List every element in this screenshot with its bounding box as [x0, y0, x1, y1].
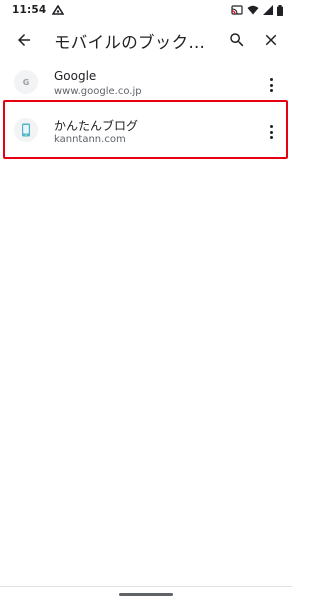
- status-right: [231, 4, 283, 16]
- bookmark-url: kanntann.com: [54, 134, 126, 145]
- cast-icon: [231, 5, 243, 15]
- google-favicon-icon: G: [14, 70, 38, 94]
- bookmark-title: かんたんブログ: [54, 119, 139, 133]
- more-options-button[interactable]: [264, 75, 278, 95]
- battery-icon: [277, 4, 283, 16]
- gesture-nav-handle[interactable]: [119, 593, 173, 596]
- back-button[interactable]: [12, 28, 36, 52]
- favicon-letter: G: [22, 77, 30, 87]
- search-button[interactable]: [225, 28, 249, 52]
- close-icon: [265, 34, 277, 46]
- more-options-button[interactable]: [264, 122, 278, 142]
- more-vert-icon: [269, 78, 273, 81]
- bookmark-title: Google: [54, 69, 97, 83]
- wifi-icon: [247, 5, 259, 15]
- nav-divider: [0, 586, 292, 587]
- status-time: 11:54: [12, 4, 47, 16]
- phone-favicon-icon: [14, 118, 38, 142]
- search-icon: [230, 33, 244, 47]
- close-button[interactable]: [259, 28, 283, 52]
- signal-icon: [263, 5, 273, 15]
- notification-icon: [52, 5, 65, 15]
- bookmark-url: www.google.co.jp: [54, 86, 142, 97]
- arrow-back-icon: [18, 34, 30, 46]
- page-title: モバイルのブック…: [54, 33, 204, 52]
- more-vert-icon: [269, 125, 273, 128]
- status-left: 11:54: [12, 4, 65, 16]
- toolbar: モバイルのブック…: [0, 20, 292, 60]
- bookmark-item-google[interactable]: G Google www.google.co.jp: [0, 64, 292, 104]
- status-bar: 11:54: [0, 0, 292, 20]
- bookmark-item-kanntann[interactable]: かんたんブログ kanntann.com: [0, 100, 292, 160]
